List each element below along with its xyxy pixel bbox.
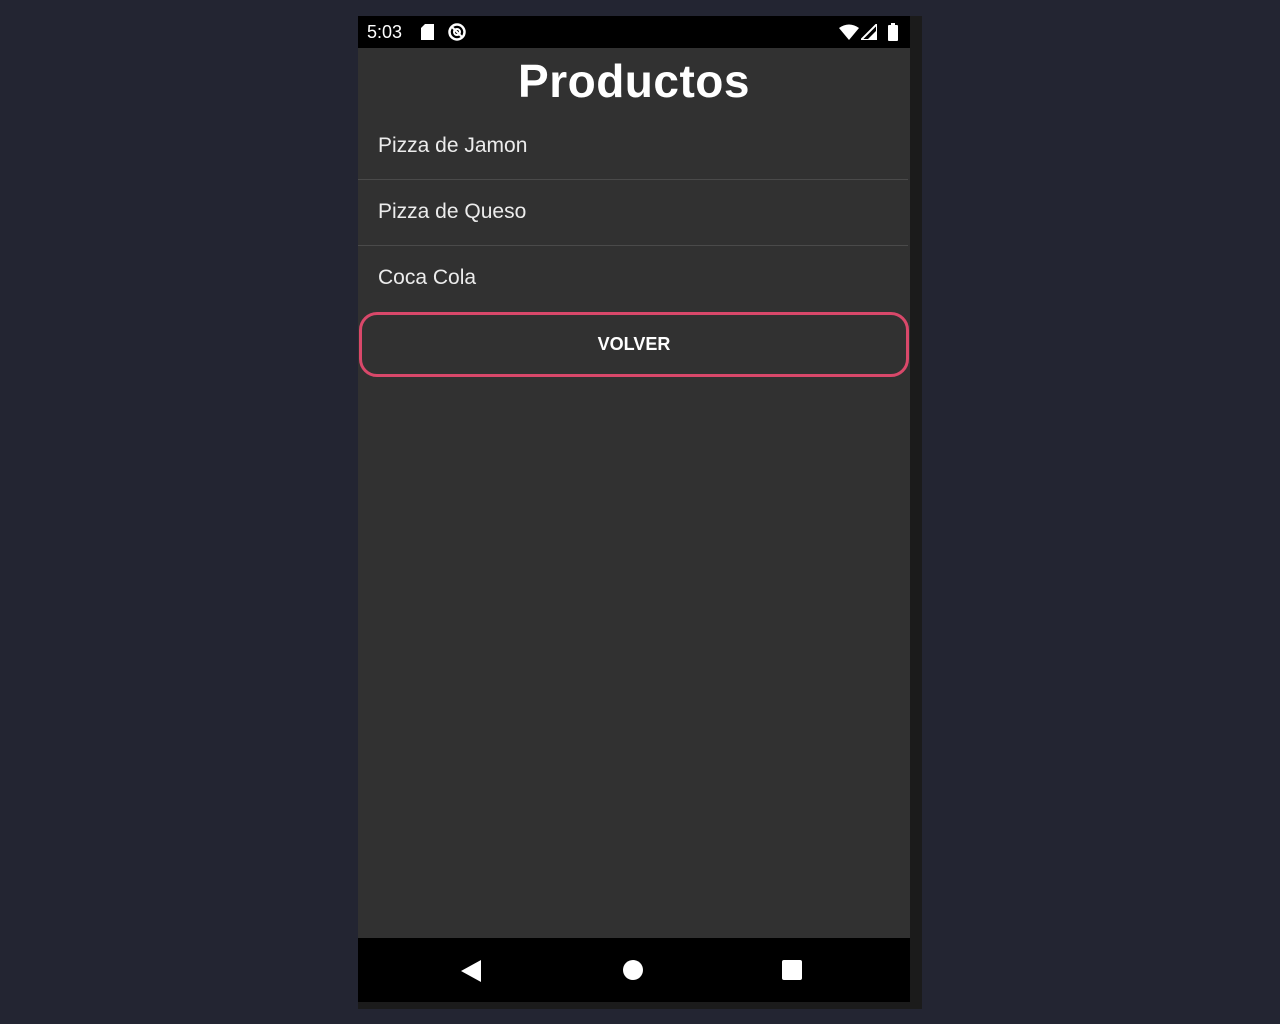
status-bar: 5:03 [358, 16, 910, 48]
home-circle-icon[interactable] [623, 960, 643, 980]
phone-screen: 5:03 Productos Pizza de Jamon Pizza de Q… [358, 16, 910, 1002]
back-button[interactable]: VOLVER [359, 312, 909, 377]
signal-icon [861, 24, 877, 40]
product-label: Pizza de Jamon [378, 134, 528, 157]
list-item[interactable]: Coca Cola [358, 246, 908, 311]
product-list: Pizza de Jamon Pizza de Queso Coca Cola [358, 114, 908, 311]
page-title: Productos [518, 55, 750, 107]
back-triangle-icon[interactable] [461, 960, 481, 982]
status-time: 5:03 [367, 22, 403, 42]
product-label: Coca Cola [378, 266, 477, 289]
phone-side-edge [910, 16, 922, 1009]
battery-icon [888, 23, 898, 41]
wifi-icon [839, 24, 859, 40]
sync-icon [448, 23, 466, 41]
list-item[interactable]: Pizza de Queso [358, 180, 908, 246]
phone-bottom-edge [358, 1002, 922, 1009]
product-label: Pizza de Queso [378, 200, 527, 223]
sd-card-icon [421, 24, 434, 40]
list-item[interactable]: Pizza de Jamon [358, 114, 908, 180]
recents-square-icon[interactable] [782, 960, 802, 980]
navigation-bar [358, 938, 910, 1002]
